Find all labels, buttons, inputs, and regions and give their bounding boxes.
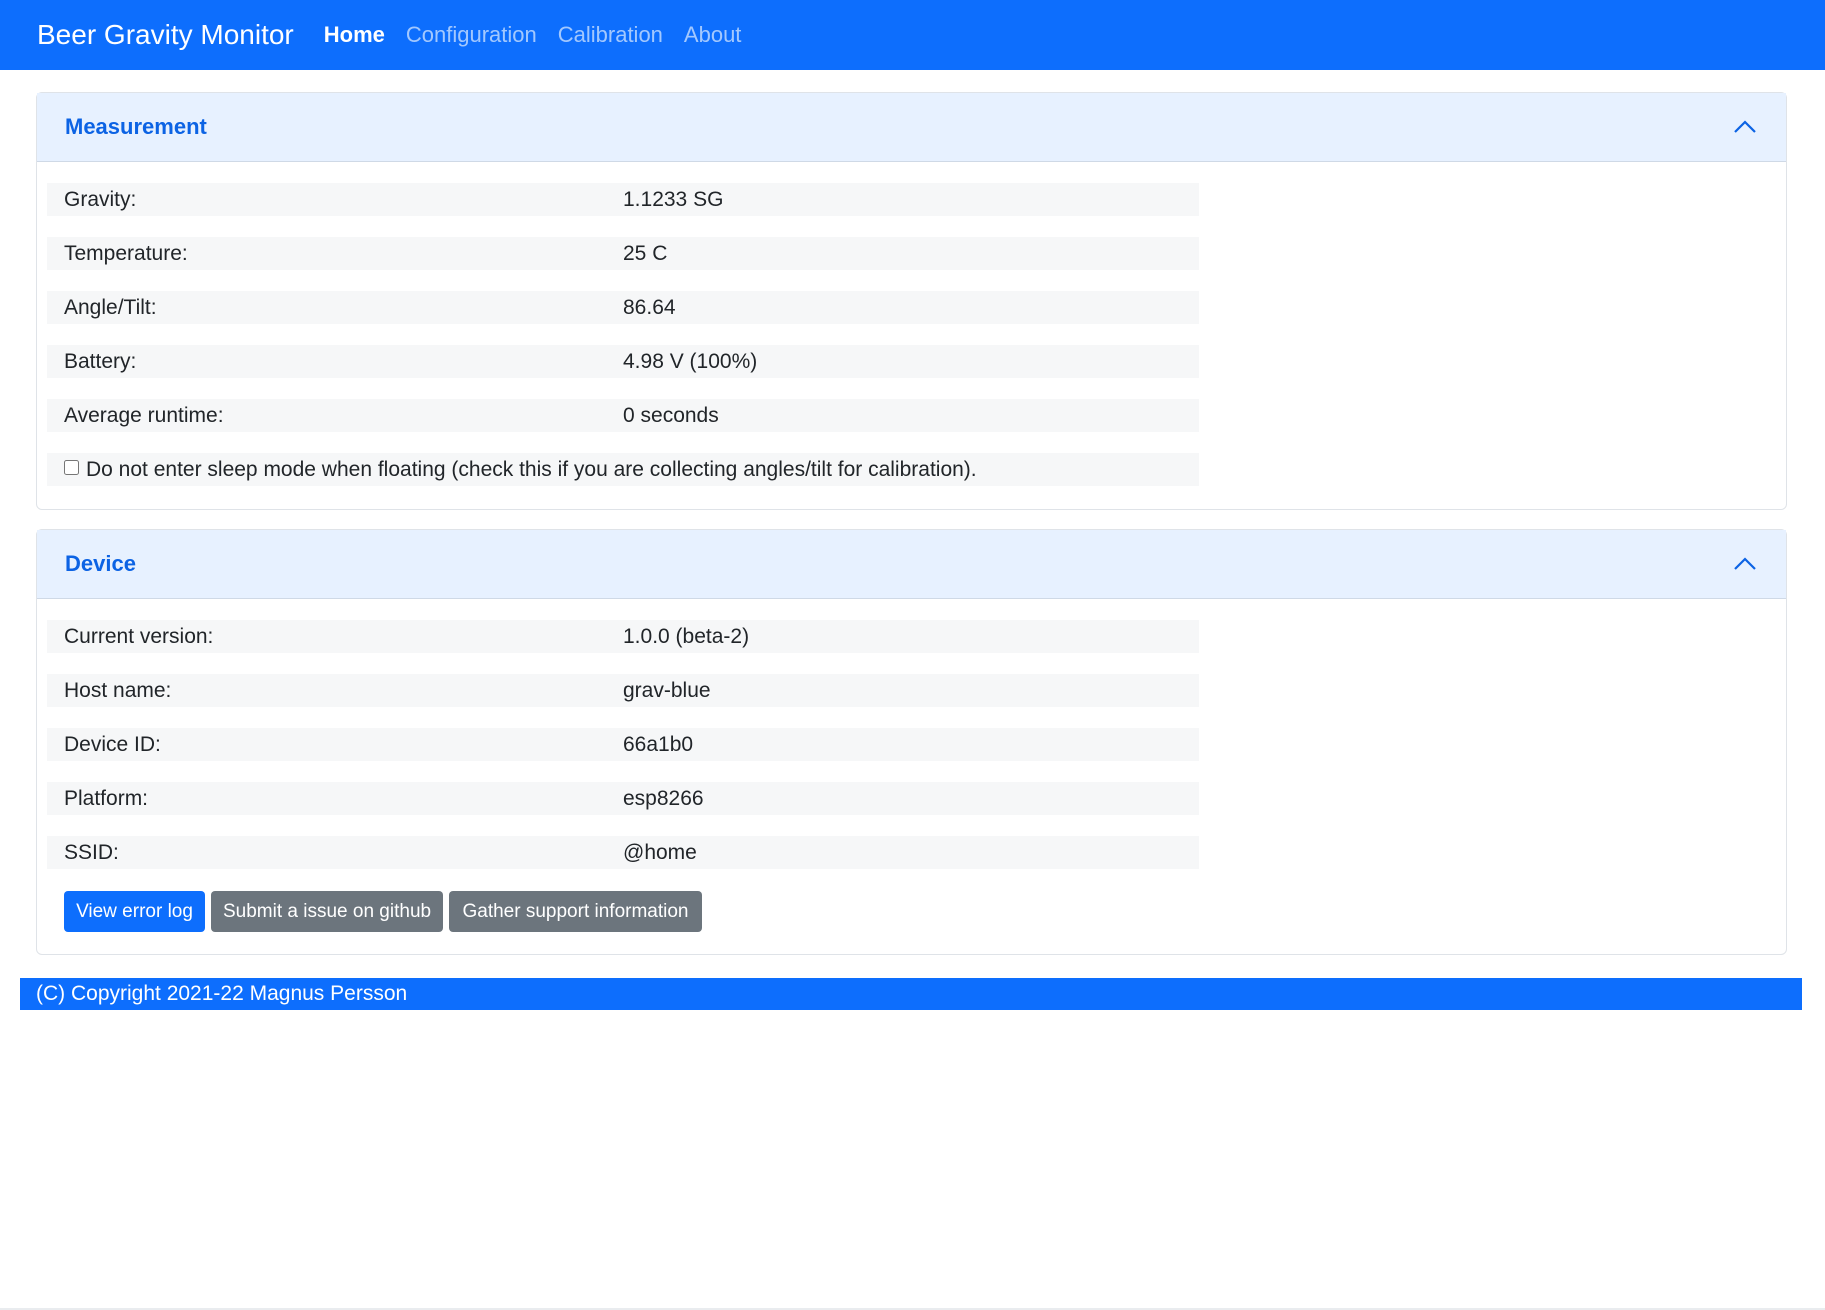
footer: (C) Copyright 2021-22 Magnus Persson xyxy=(20,978,1802,1010)
row-host-name: Host name: grav-blue xyxy=(47,674,1199,707)
row-label: Platform: xyxy=(64,786,149,810)
row-label: Battery: xyxy=(64,349,137,373)
row-device-id: Device ID: 66a1b0 xyxy=(47,728,1199,761)
row-platform: Platform: esp8266 xyxy=(47,782,1199,815)
row-label: Average runtime: xyxy=(64,403,224,427)
row-label: Angle/Tilt: xyxy=(64,295,157,319)
row-value: 25 C xyxy=(623,241,668,265)
measurement-title: Measurement xyxy=(65,114,207,139)
row-value: @home xyxy=(623,840,697,864)
submit-github-issue-button[interactable]: Submit a issue on github xyxy=(211,891,443,932)
brand[interactable]: Beer Gravity Monitor xyxy=(37,19,294,51)
nav-calibration[interactable]: Calibration xyxy=(558,22,663,48)
row-value: 1.0.0 (beta-2) xyxy=(623,624,750,648)
row-battery: Battery: 4.98 V (100%) xyxy=(47,345,1199,378)
row-label: SSID: xyxy=(64,840,119,864)
row-label: Device ID: xyxy=(64,732,161,756)
gather-support-info-button[interactable]: Gather support information xyxy=(449,891,702,932)
sleep-mode-checkbox[interactable] xyxy=(64,460,79,475)
view-error-log-button[interactable]: View error log xyxy=(64,891,205,932)
device-header[interactable]: Device xyxy=(37,530,1786,599)
row-gravity: Gravity: 1.1233 SG xyxy=(47,183,1199,216)
row-value: grav-blue xyxy=(623,678,711,702)
nav-home[interactable]: Home xyxy=(324,22,385,48)
nav-about[interactable]: About xyxy=(684,22,742,48)
row-ssid: SSID: @home xyxy=(47,836,1199,869)
row-angle: Angle/Tilt: 86.64 xyxy=(47,291,1199,324)
row-value: 0 seconds xyxy=(623,403,719,427)
navbar: Beer Gravity Monitor Home Configuration … xyxy=(0,0,1825,70)
row-temperature: Temperature: 25 C xyxy=(47,237,1199,270)
row-label: Host name: xyxy=(64,678,172,702)
measurement-header[interactable]: Measurement xyxy=(37,93,1786,162)
row-label: Temperature: xyxy=(64,241,188,265)
sleep-mode-row: Do not enter sleep mode when floating (c… xyxy=(47,453,1199,486)
nav-configuration[interactable]: Configuration xyxy=(406,22,537,48)
row-label: Current version: xyxy=(64,624,214,648)
measurement-card: Measurement Gravity: 1.1233 SG Temperatu… xyxy=(36,92,1787,510)
device-card: Device Current version: 1.0.0 (beta-2) H… xyxy=(36,529,1787,955)
device-button-group: View error log Submit a issue on github … xyxy=(64,891,864,932)
sleep-mode-label[interactable]: Do not enter sleep mode when floating (c… xyxy=(86,458,977,482)
row-value: 4.98 V (100%) xyxy=(623,349,758,373)
row-current-version: Current version: 1.0.0 (beta-2) xyxy=(47,620,1199,653)
row-average-runtime: Average runtime: 0 seconds xyxy=(47,399,1199,432)
row-value: 86.64 xyxy=(623,295,676,319)
row-value: esp8266 xyxy=(623,786,704,810)
row-value: 1.1233 SG xyxy=(623,187,724,211)
copyright-text: (C) Copyright 2021-22 Magnus Persson xyxy=(36,982,408,1005)
row-value: 66a1b0 xyxy=(623,732,694,756)
device-title: Device xyxy=(65,551,136,576)
chevron-up-icon[interactable] xyxy=(1732,114,1758,140)
chevron-up-icon[interactable] xyxy=(1732,551,1758,577)
row-label: Gravity: xyxy=(64,187,137,211)
